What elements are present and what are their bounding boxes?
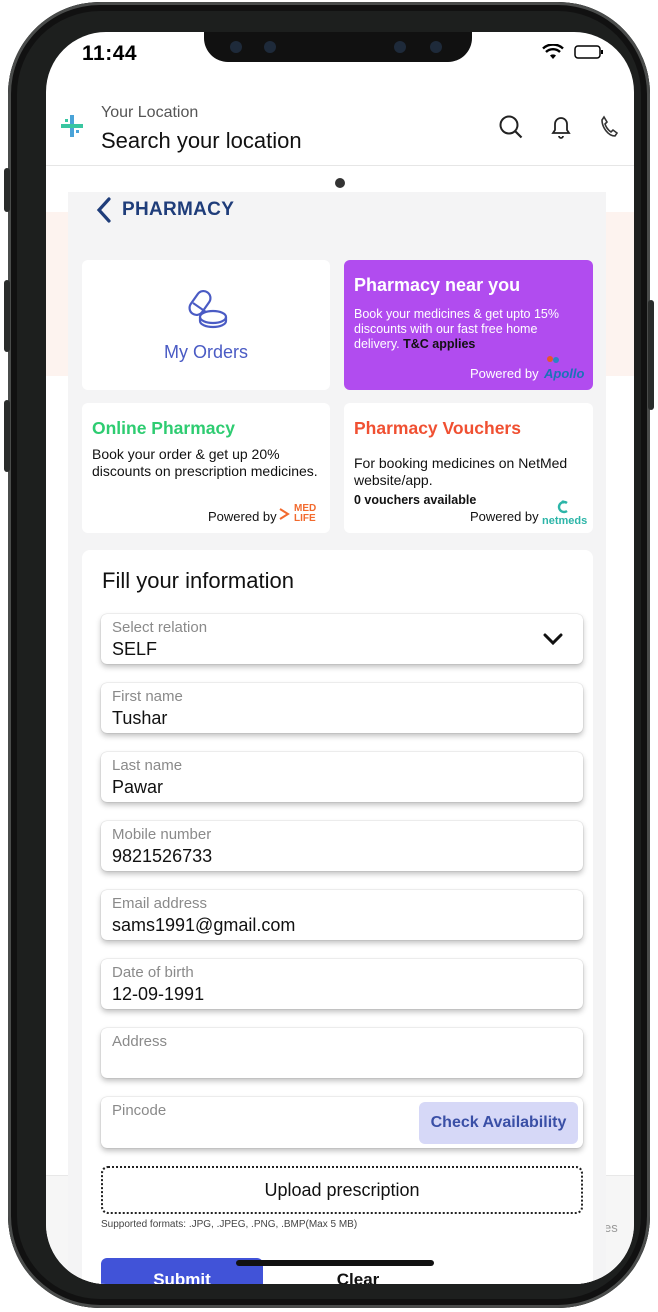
power-button — [648, 300, 654, 410]
email-label: Email address — [112, 895, 208, 912]
netmeds-mark-icon — [557, 500, 568, 514]
pincode-label: Pincode — [112, 1102, 167, 1119]
pincode-field[interactable]: Pincode Check Availability — [101, 1097, 583, 1148]
vouchers-title: Pharmacy Vouchers — [354, 418, 521, 438]
chevron-down-icon[interactable] — [543, 633, 563, 645]
powered-by-label: Powered by — [208, 509, 277, 524]
vouchers-text: For booking medicines on NetMed website/… — [354, 455, 568, 488]
vouchers-count: 0 vouchers available — [354, 493, 477, 507]
side-switch — [4, 168, 10, 212]
powered-by-label: Powered by — [470, 366, 539, 381]
side-text-fragment: es — [604, 1220, 618, 1235]
email-value: sams1991@gmail.com — [112, 915, 296, 935]
camera-icon — [230, 41, 242, 53]
location-search[interactable]: Search your location — [101, 128, 302, 154]
apollo-logo: Apollo — [542, 355, 584, 385]
last-name-value: Pawar — [112, 777, 164, 797]
medlife-brand-bottom: LIFE — [294, 513, 316, 524]
my-orders-card[interactable]: My Orders — [82, 260, 330, 390]
medlife-mark-icon — [279, 508, 290, 520]
pharmacy-near-card[interactable]: Pharmacy near you Book your medicines & … — [344, 260, 593, 390]
mobile-number-field[interactable]: Mobile number 9821526733 — [101, 821, 583, 871]
wifi-icon — [542, 44, 564, 59]
phone-frame: 11:44 Your Location Search your location… — [8, 2, 650, 1308]
bell-icon[interactable] — [549, 114, 573, 140]
pharmacy-near-title: Pharmacy near you — [354, 275, 521, 295]
status-time: 11:44 — [82, 42, 138, 65]
sensor-icon — [264, 41, 276, 53]
app-logo-icon — [61, 115, 83, 137]
email-field[interactable]: Email address sams1991@gmail.com — [101, 890, 583, 940]
volume-up-button — [4, 280, 10, 352]
page-title: PHARMACY — [122, 199, 235, 220]
check-availability-button[interactable]: Check Availability — [419, 1102, 578, 1144]
supported-formats-note: Supported formats: .JPG, .JPEG, .PNG, .B… — [101, 1219, 358, 1230]
notch — [204, 32, 472, 62]
phone-icon[interactable] — [599, 114, 619, 140]
form-title: Fill your information — [102, 568, 294, 593]
tc-link[interactable]: T&C applies — [403, 337, 475, 351]
my-orders-label: My Orders — [163, 342, 248, 362]
online-pharmacy-title: Online Pharmacy — [92, 418, 235, 438]
first-name-label: First name — [112, 688, 183, 705]
online-pharmacy-card[interactable]: Online Pharmacy Book your order & get up… — [82, 403, 330, 533]
information-form: Fill your information Select relation SE… — [82, 550, 593, 1284]
app-header: Your Location Search your location — [46, 92, 634, 166]
last-name-field[interactable]: Last name Pawar — [101, 752, 583, 802]
chevron-left-icon — [96, 197, 111, 223]
upload-prescription-button[interactable]: Upload prescription — [101, 1166, 583, 1214]
relation-select[interactable]: Select relation SELF — [101, 614, 583, 664]
pills-icon — [188, 289, 228, 329]
apollo-brand: Apollo — [544, 366, 585, 381]
relation-label: Select relation — [112, 619, 208, 636]
online-pharmacy-text: Book your order & get up 20% discounts o… — [92, 446, 318, 479]
medlife-logo: MED LIFE — [278, 503, 322, 527]
pharmacy-vouchers-card[interactable]: Pharmacy Vouchers For booking medicines … — [344, 403, 593, 533]
date-of-birth-value: 12-09-1991 — [112, 984, 205, 1004]
pager-dot — [335, 178, 345, 188]
speaker-icon — [394, 41, 406, 53]
first-name-value: Tushar — [112, 708, 168, 728]
home-indicator[interactable] — [236, 1260, 434, 1266]
relation-value: SELF — [112, 639, 158, 659]
date-of-birth-label: Date of birth — [112, 964, 194, 981]
screen: 11:44 Your Location Search your location… — [46, 32, 634, 1284]
mobile-number-value: 9821526733 — [112, 846, 213, 866]
last-name-label: Last name — [112, 757, 183, 774]
search-icon[interactable] — [498, 114, 524, 140]
netmeds-brand: netmeds — [542, 515, 588, 527]
back-button[interactable]: PHARMACY — [96, 197, 234, 223]
front-camera-icon — [430, 41, 442, 53]
mobile-number-label: Mobile number — [112, 826, 212, 843]
address-label: Address — [112, 1033, 168, 1050]
first-name-field[interactable]: First name Tushar — [101, 683, 583, 733]
powered-by-label: Powered by — [470, 509, 539, 524]
volume-down-button — [4, 400, 10, 472]
location-label: Your Location — [101, 104, 199, 121]
netmeds-logo: netmeds — [540, 499, 588, 529]
status-icons — [542, 44, 604, 60]
pharmacy-near-text: Book your medicines & get upto 15% disco… — [354, 307, 582, 352]
address-field[interactable]: Address — [101, 1028, 583, 1078]
date-of-birth-field[interactable]: Date of birth 12-09-1991 — [101, 959, 583, 1009]
battery-icon — [574, 45, 603, 59]
